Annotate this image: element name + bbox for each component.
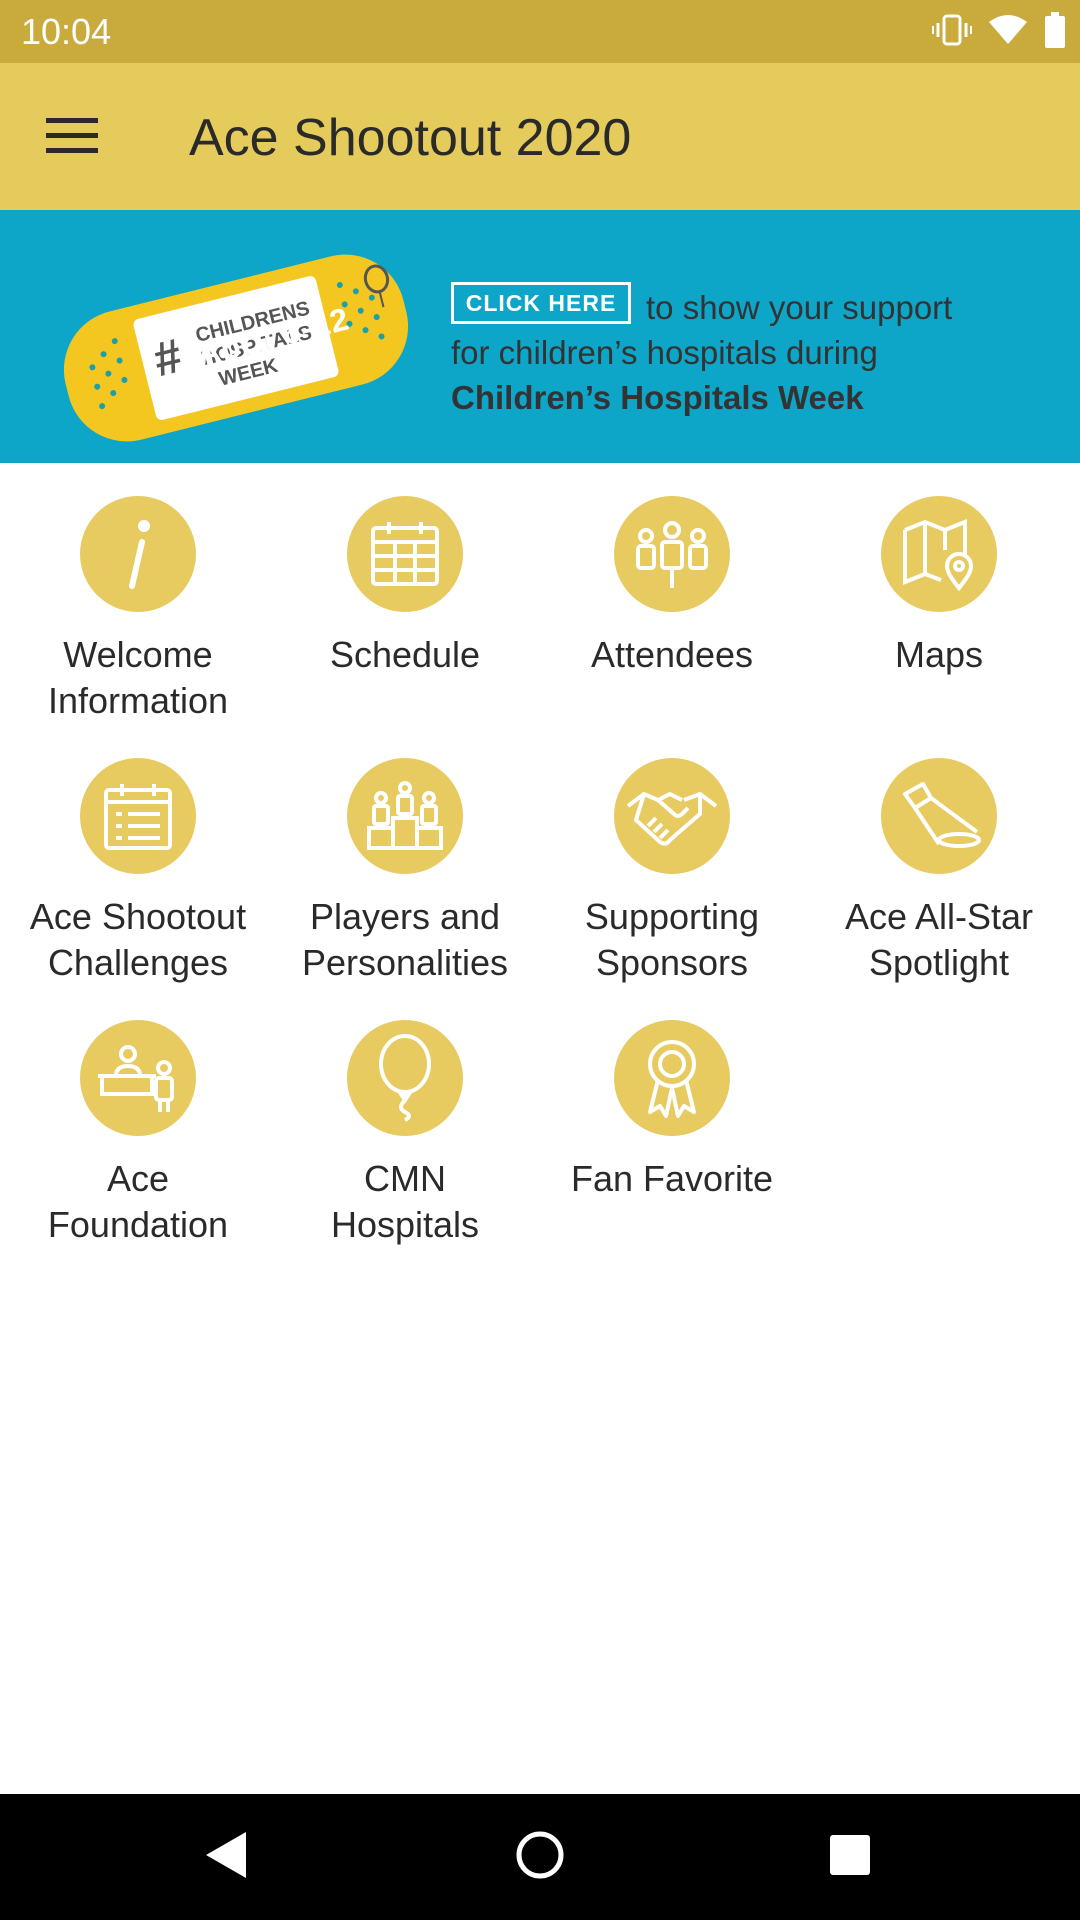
page-title: Ace Shootout 2020 <box>189 109 632 167</box>
recents-button[interactable] <box>815 1822 885 1892</box>
map-icon <box>881 496 997 612</box>
grid-item-label: Ace Shootout Challenges <box>29 896 247 983</box>
podium-icon <box>347 758 463 874</box>
recents-icon <box>829 1834 871 1881</box>
status-time: 10:04 <box>21 11 112 52</box>
click-here-button[interactable]: CLICK HERE <box>451 282 631 324</box>
battery-icon <box>1044 11 1066 53</box>
grid-item-label: Players and Personalities <box>301 896 509 983</box>
grid-item-attendees[interactable]: Attendees <box>542 496 802 678</box>
calendar-icon <box>347 496 463 612</box>
grid-item-label: Welcome Information <box>47 634 229 721</box>
grid-item-supporting-sponsors[interactable]: Supporting Sponsors <box>542 758 802 986</box>
status-bar: 10:04 <box>0 0 1080 63</box>
back-icon <box>202 1830 248 1885</box>
childrens-hospitals-week-banner[interactable]: # CHILDRENS HOSPITALS WEEK April 6-12 CL… <box>0 210 1080 463</box>
grid-item-ace-foundation[interactable]: Ace Foundation <box>8 1020 268 1248</box>
grid-item-label: Ace Foundation <box>47 1158 229 1245</box>
grid-item-label: Supporting Sponsors <box>584 896 760 983</box>
grid-item-ace-shootout-challenges[interactable]: Ace Shootout Challenges <box>8 758 268 986</box>
grid-item-players-and-personalities[interactable]: Players and Personalities <box>275 758 535 986</box>
hamburger-menu-icon <box>46 115 98 160</box>
status-icons <box>932 11 1066 53</box>
grid-item-schedule[interactable]: Schedule <box>275 496 535 678</box>
banner-text-line-2: for children’s hospitals during <box>451 334 878 371</box>
handshake-icon <box>614 758 730 874</box>
grid-item-label: CMN Hospitals <box>330 1158 480 1245</box>
wifi-icon <box>988 14 1028 51</box>
people-icon <box>614 496 730 612</box>
grid-item-label: Schedule <box>329 634 481 675</box>
grid-item-label: Maps <box>894 634 984 675</box>
grid-item-cmn-hospitals[interactable]: CMN Hospitals <box>275 1020 535 1248</box>
desk-icon <box>80 1020 196 1136</box>
grid-item-label: Fan Favorite <box>570 1158 774 1199</box>
grid-item-maps[interactable]: Maps <box>809 496 1069 678</box>
ribbon-award-icon <box>614 1020 730 1136</box>
hashtag: # <box>148 329 188 388</box>
grid-item-label: Attendees <box>590 634 754 675</box>
grid-item-fan-favorite[interactable]: Fan Favorite <box>542 1020 802 1202</box>
grid-item-label: Ace All-Star Spotlight <box>844 896 1034 983</box>
banner-text-line-1: to show your support <box>646 289 953 326</box>
menu-button[interactable] <box>28 97 116 177</box>
balloon-icon <box>347 1020 463 1136</box>
vibrate-icon <box>932 14 972 51</box>
home-icon <box>515 1830 565 1885</box>
grid-item-welcome-information[interactable]: Welcome Information <box>8 496 268 724</box>
grid-item-ace-all-star-spotlight[interactable]: Ace All-Star Spotlight <box>809 758 1069 986</box>
app-bar: Ace Shootout 2020 <box>0 63 1080 210</box>
info-icon <box>80 496 196 612</box>
spotlight-icon <box>881 758 997 874</box>
checklist-icon <box>80 758 196 874</box>
system-nav-bar <box>0 1794 1080 1920</box>
home-button[interactable] <box>505 1822 575 1892</box>
back-button[interactable] <box>190 1822 260 1892</box>
banner-text-line-3: Children’s Hospitals Week <box>451 379 864 416</box>
